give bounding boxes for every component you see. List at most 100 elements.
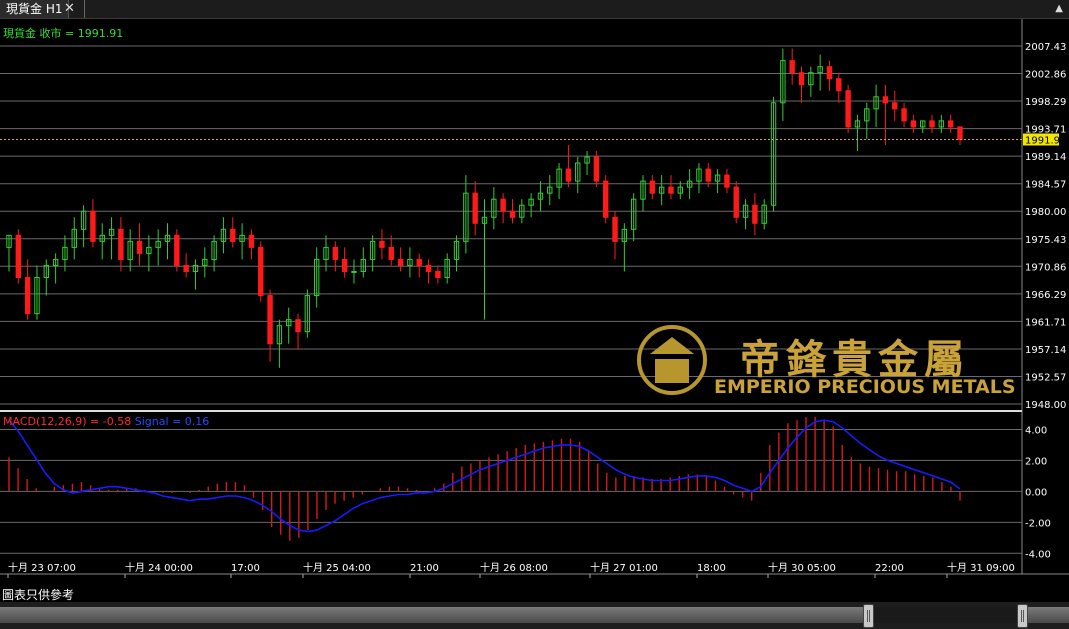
candle-body xyxy=(248,234,255,248)
price-tick-label: 1957.14 xyxy=(1025,345,1066,356)
time-tick-label: 十月 31 09:00 xyxy=(947,561,1015,574)
candle-body xyxy=(901,108,907,122)
candle-body xyxy=(910,120,917,128)
macd-axis: 4.00 2.00 0.00 -2.00 -4.00 xyxy=(1025,425,1051,560)
candle-body xyxy=(341,258,348,272)
price-tick-label: 1998.29 xyxy=(1025,97,1066,108)
time-tick-label: 十月 26 08:00 xyxy=(480,561,548,574)
candle-body xyxy=(565,168,572,182)
candle-body xyxy=(379,240,385,248)
navigator-right-handle[interactable] xyxy=(1017,604,1028,628)
price-tick-label: 1980.00 xyxy=(1025,207,1066,218)
candle-body xyxy=(136,240,143,254)
chart-tab-label: 現貨金 H1 xyxy=(6,2,63,16)
macd-tick-label: 0.00 xyxy=(1025,487,1047,498)
navigator-bar[interactable] xyxy=(0,602,1069,629)
candle-body xyxy=(435,270,441,278)
macd-tick-label: -4.00 xyxy=(1025,549,1051,560)
window-menu-icon[interactable]: ▲ xyxy=(1055,0,1063,18)
candle-body xyxy=(388,246,394,260)
price-tick-label: 1966.29 xyxy=(1025,290,1066,301)
time-tick-label: 十月 30 05:00 xyxy=(768,561,836,574)
time-tick-label: 22:00 xyxy=(875,563,904,574)
price-tick-label: 1961.71 xyxy=(1025,317,1066,328)
candle-body xyxy=(593,156,600,182)
candle-body xyxy=(612,216,618,242)
candle-body xyxy=(603,180,609,218)
candle-body xyxy=(957,126,963,140)
close-icon[interactable]: ✕ xyxy=(64,0,75,18)
price-tick-label: 2002.86 xyxy=(1025,70,1066,81)
signal-value-label: Signal = 0.16 xyxy=(135,415,210,428)
candle-body xyxy=(174,234,180,266)
candle-body xyxy=(397,258,404,266)
price-panel-title: 現貨金 收市 = 1991.91 xyxy=(3,26,123,40)
candle-body xyxy=(90,210,96,242)
price-tick-label: 1952.57 xyxy=(1025,372,1066,383)
candlestick-series xyxy=(0,48,1022,368)
price-tick-label: 1984.57 xyxy=(1025,180,1066,191)
time-axis: 十月 23 07:00 十月 24 00:00 17:00 十月 25 04:00 21… xyxy=(7,561,1015,578)
chart-tab[interactable]: 現貨金 H1 xyxy=(0,0,70,18)
candle-body xyxy=(183,264,189,272)
candle-body xyxy=(798,72,805,86)
time-tick-label: 18:00 xyxy=(697,563,726,574)
candle-body xyxy=(929,120,935,128)
candle-body xyxy=(845,90,851,128)
candle-body xyxy=(733,186,739,218)
candle-body xyxy=(500,198,506,212)
price-tick-label: 2007.43 xyxy=(1025,42,1066,53)
candle-body xyxy=(258,246,264,297)
candle-body xyxy=(892,102,898,110)
candle-body xyxy=(947,120,954,128)
disclaimer-note: 圖表只供參考 xyxy=(2,588,75,602)
navigator-window[interactable] xyxy=(870,607,1020,623)
time-tick-label: 17:00 xyxy=(231,563,260,574)
candle-body xyxy=(789,60,795,74)
candle-body xyxy=(425,264,432,272)
time-tick-label: 21:00 xyxy=(410,563,439,574)
time-tick-label: 十月 25 04:00 xyxy=(303,561,371,574)
price-tick-label: 1970.86 xyxy=(1025,262,1066,273)
macd-tick-label: 4.00 xyxy=(1025,425,1047,436)
candle-body xyxy=(752,204,758,224)
price-tick-label: 1948.00 xyxy=(1025,400,1066,411)
navigator-left-handle[interactable] xyxy=(863,604,874,628)
time-tick-label: 十月 23 07:00 xyxy=(8,561,76,574)
candle-body xyxy=(826,66,833,80)
candle-body xyxy=(509,210,516,218)
candle-body xyxy=(649,180,656,194)
candle-body xyxy=(472,192,478,224)
watermark: 帝鋒貴金屬EMPERIO PRECIOUS METALS xyxy=(637,325,1016,398)
candle-body xyxy=(416,258,422,266)
candle-body xyxy=(230,228,236,242)
candle-body xyxy=(705,168,711,182)
candle-body xyxy=(24,276,31,315)
price-tick-label: 1975.43 xyxy=(1025,235,1066,246)
candle-body xyxy=(295,319,301,333)
signal-line xyxy=(8,419,961,533)
candle-body xyxy=(351,270,357,273)
macd-panel-title: MACD(12,26,9) = -0.58 Signal = 0.16 xyxy=(3,415,209,428)
chart-area[interactable]: 帝鋒貴金屬EMPERIO PRECIOUS METALS 2007.43 2002… xyxy=(0,19,1069,586)
macd-tick-label: -2.00 xyxy=(1025,518,1051,529)
watermark-english: EMPERIO PRECIOUS METALS xyxy=(714,376,1016,398)
panel-titles: 現貨金 收市 = 1991.91 MACD(12,26,9) = -0.58 Si… xyxy=(3,26,209,428)
macd-tick-label: 2.00 xyxy=(1025,456,1047,467)
current-price-label: 1991.91 xyxy=(1025,135,1066,146)
macd-value-label: MACD(12,26,9) = -0.58 xyxy=(3,415,135,428)
candle-body xyxy=(882,96,889,104)
candle-body xyxy=(332,246,339,260)
price-axis: 2007.432002.861998.291993.711989.141984.… xyxy=(1023,42,1066,411)
candle-body xyxy=(118,228,124,260)
time-tick-label: 十月 27 01:00 xyxy=(590,561,658,574)
logo-emblem-mark xyxy=(650,337,694,383)
time-tick-label: 十月 24 00:00 xyxy=(125,561,193,574)
tab-divider xyxy=(84,0,85,18)
price-tick-label: 1989.14 xyxy=(1025,152,1066,163)
window-titlebar: 現貨金 H1 ✕ ▲ xyxy=(0,0,1069,19)
candle-body xyxy=(267,295,273,345)
candle-body xyxy=(836,78,842,92)
candle-body xyxy=(668,186,674,194)
candle-body xyxy=(15,234,22,278)
